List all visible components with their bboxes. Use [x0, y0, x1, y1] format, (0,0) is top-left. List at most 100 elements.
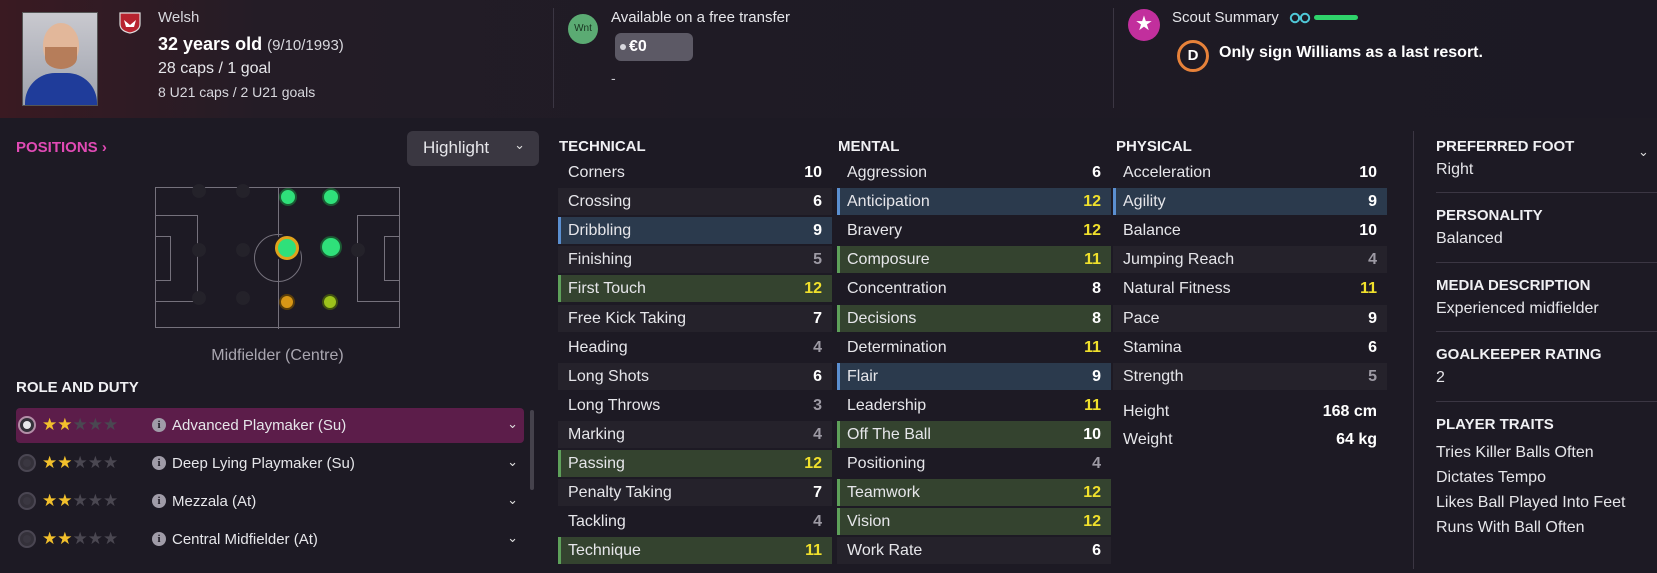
attribute-row[interactable]: Heading 4	[558, 334, 832, 361]
attribute-row[interactable]: Long Shots 6	[558, 362, 832, 390]
attribute-row[interactable]: Pace 9	[1113, 304, 1387, 332]
star-icon[interactable]: ★	[1128, 9, 1160, 41]
attribute-row[interactable]: Determination 11	[837, 334, 1111, 361]
chevron-down-icon[interactable]: ⌄	[507, 492, 518, 508]
role-radio[interactable]	[18, 530, 36, 548]
attribute-row[interactable]: Stamina 6	[1113, 334, 1387, 361]
attribute-row[interactable]: Vision 12	[837, 508, 1111, 536]
attribute-row[interactable]: Long Throws 3	[558, 392, 832, 419]
role-radio[interactable]	[18, 416, 36, 434]
attribute-name: Balance	[1123, 222, 1181, 240]
goalkeeper-rating-title: GOALKEEPER RATING	[1436, 346, 1602, 363]
position-dot-amr[interactable]	[322, 294, 338, 310]
attribute-value: 5	[813, 251, 822, 269]
attribute-value: 4	[813, 513, 822, 531]
attribute-row[interactable]: Jumping Reach 4	[1113, 246, 1387, 274]
highlight-dropdown[interactable]: Highlight ⌄	[407, 131, 539, 166]
role-row[interactable]: ★★★★★ i Mezzala (At) ⌄	[16, 484, 524, 519]
attribute-name: Leadership	[847, 396, 927, 414]
attribute-name: Passing	[568, 455, 625, 472]
position-dot-mr[interactable]	[279, 294, 295, 310]
header-divider	[553, 8, 554, 108]
info-icon[interactable]: i	[152, 494, 166, 508]
position-dot[interactable]	[192, 243, 206, 257]
attribute-row[interactable]: Flair 9	[837, 362, 1111, 390]
attribute-name: Concentration	[847, 280, 947, 298]
mental-title: MENTAL	[838, 138, 900, 155]
chevron-down-icon[interactable]: ⌄	[507, 530, 518, 546]
trait-item[interactable]: Runs With Ball Often	[1436, 515, 1657, 540]
attribute-value: 10	[1359, 164, 1377, 181]
attribute-row[interactable]: Tackling 4	[558, 508, 832, 535]
star-icon: ★	[72, 529, 88, 548]
attribute-row[interactable]: Concentration 8	[837, 275, 1111, 302]
wales-flag-icon[interactable]	[118, 12, 142, 34]
attribute-value: 11	[1084, 251, 1101, 269]
position-dot-dm-right[interactable]	[322, 188, 340, 206]
attribute-row[interactable]: Dribbling 9	[558, 217, 832, 245]
attribute-row[interactable]: Balance 10	[1113, 217, 1387, 244]
transfer-fee-tag[interactable]: €0	[615, 33, 693, 61]
chevron-down-icon[interactable]: ⌄	[1638, 144, 1649, 160]
nationality[interactable]: Welsh	[158, 9, 199, 26]
attribute-row[interactable]: Positioning 4	[837, 450, 1111, 477]
role-row[interactable]: ★★★★★ i Deep Lying Playmaker (Su) ⌄	[16, 446, 524, 481]
info-separator	[1436, 192, 1657, 193]
attribute-row[interactable]: Leadership 11	[837, 392, 1111, 419]
chevron-down-icon[interactable]: ⌄	[507, 454, 518, 470]
position-dot-dm-left[interactable]	[279, 188, 297, 206]
position-dot[interactable]	[236, 184, 250, 198]
attribute-value: 7	[813, 309, 822, 327]
attribute-row[interactable]: Free Kick Taking 7	[558, 304, 832, 332]
position-dot[interactable]	[236, 243, 250, 257]
attribute-row[interactable]: Corners 10	[558, 159, 832, 186]
trait-item[interactable]: Dictates Tempo	[1436, 465, 1657, 490]
attribute-row[interactable]: Penalty Taking 7	[558, 479, 832, 507]
info-icon[interactable]: i	[152, 456, 166, 470]
info-icon[interactable]: i	[152, 418, 166, 432]
attribute-row[interactable]: Crossing 6	[558, 188, 832, 216]
position-dot[interactable]	[236, 291, 250, 305]
attribute-row[interactable]: Composure 11	[837, 246, 1111, 274]
attribute-row[interactable]: Off The Ball 10	[837, 420, 1111, 448]
trait-item[interactable]: Tries Killer Balls Often	[1436, 440, 1657, 465]
info-icon[interactable]: i	[152, 532, 166, 546]
positions-link[interactable]: POSITIONS ›	[16, 139, 107, 156]
position-dot[interactable]	[192, 291, 206, 305]
scout-summary-title[interactable]: Scout Summary	[1172, 9, 1279, 26]
attribute-row[interactable]: Bravery 12	[837, 217, 1111, 244]
attribute-row[interactable]: Finishing 5	[558, 246, 832, 274]
attribute-row[interactable]: Aggression 6	[837, 159, 1111, 186]
technical-title: TECHNICAL	[559, 138, 646, 155]
attribute-name: Finishing	[568, 251, 633, 269]
attribute-value: 4	[813, 425, 822, 443]
position-dot-mc-selected[interactable]	[275, 236, 299, 260]
wanted-badge[interactable]: Wnt	[568, 14, 598, 44]
chevron-down-icon[interactable]: ⌄	[507, 416, 518, 432]
attribute-row[interactable]: Acceleration 10	[1113, 159, 1387, 186]
attribute-row[interactable]: Decisions 8	[837, 304, 1111, 332]
attribute-row[interactable]: First Touch 12	[558, 275, 832, 303]
position-dot[interactable]	[192, 184, 206, 198]
attribute-row[interactable]: Work Rate 6	[837, 537, 1111, 565]
attribute-row[interactable]: Natural Fitness 11	[1113, 275, 1387, 302]
attribute-row[interactable]: Strength 5	[1113, 362, 1387, 390]
trait-item[interactable]: Likes Ball Played Into Feet	[1436, 490, 1657, 515]
role-row[interactable]: ★★★★★ i Central Midfielder (At) ⌄	[16, 522, 524, 557]
attribute-row[interactable]: Marking 4	[558, 420, 832, 448]
role-radio[interactable]	[18, 492, 36, 510]
attribute-row[interactable]: Technique 11	[558, 537, 832, 565]
role-radio[interactable]	[18, 454, 36, 472]
media-description-block: MEDIA DESCRIPTION Experienced midfielder	[1436, 277, 1657, 318]
attribute-row[interactable]: Teamwork 12	[837, 479, 1111, 507]
media-description-value: Experienced midfielder	[1436, 300, 1599, 317]
position-dot[interactable]	[351, 243, 365, 257]
player-photo[interactable]	[22, 12, 98, 106]
attribute-name: Off The Ball	[847, 425, 931, 443]
position-dot-amc[interactable]	[320, 236, 342, 258]
attribute-row[interactable]: Passing 12	[558, 450, 832, 477]
role-row[interactable]: ★★★★★ i Advanced Playmaker (Su) ⌄	[16, 408, 524, 443]
role-list-scrollbar[interactable]	[530, 410, 534, 490]
attribute-row[interactable]: Agility 9	[1113, 188, 1387, 216]
attribute-row[interactable]: Anticipation 12	[837, 188, 1111, 216]
